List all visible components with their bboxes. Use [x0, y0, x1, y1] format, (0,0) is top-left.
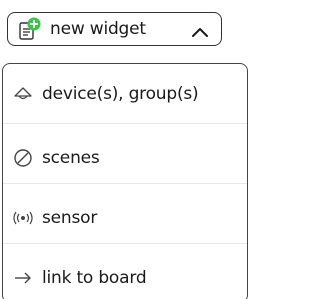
scene-icon — [12, 147, 34, 169]
new-widget-label: new widget — [50, 19, 146, 39]
new-widget-button[interactable]: new widget — [7, 12, 222, 46]
menu-item-label: sensor — [42, 208, 98, 228]
divider — [3, 183, 247, 184]
divider — [3, 123, 247, 124]
menu-item-devices-groups[interactable]: device(s), group(s) — [3, 79, 247, 109]
widget-picker: new widget device(s), group(s) scenes se… — [0, 0, 248, 299]
menu-item-scenes[interactable]: scenes — [3, 143, 247, 173]
chevron-up-icon — [191, 23, 209, 37]
add-widget-icon — [18, 17, 42, 41]
widget-type-menu: device(s), group(s) scenes sensor link t… — [2, 63, 248, 299]
menu-item-label: device(s), group(s) — [42, 84, 199, 104]
divider — [3, 243, 247, 244]
menu-item-label: scenes — [42, 148, 100, 168]
arrow-right-icon — [12, 267, 34, 289]
sensor-icon — [12, 207, 34, 229]
lamp-icon — [12, 83, 34, 105]
menu-item-label: link to board — [42, 268, 147, 288]
menu-item-link-to-board[interactable]: link to board — [3, 263, 247, 293]
menu-item-sensor[interactable]: sensor — [3, 203, 247, 233]
